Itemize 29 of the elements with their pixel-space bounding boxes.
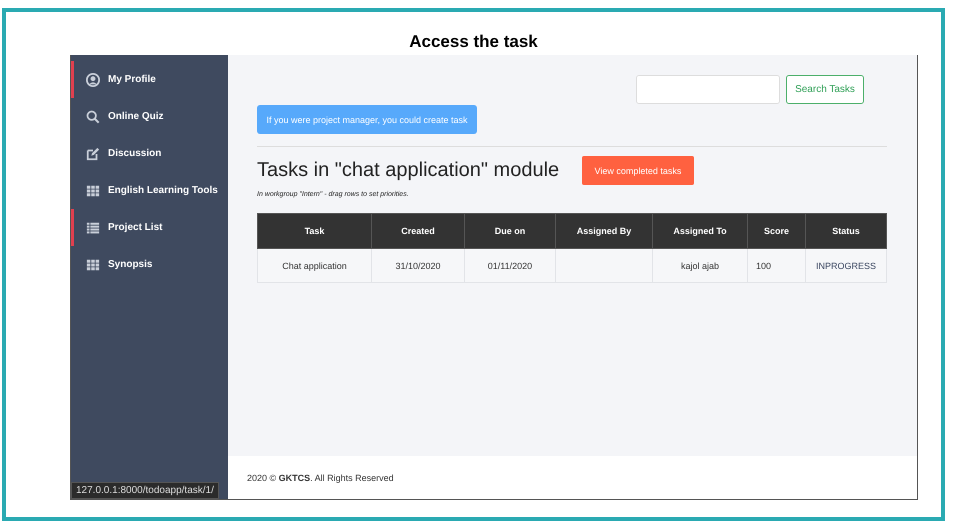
column-header: Assigned By [556,214,652,248]
table-cell: 100 [748,248,806,282]
grid-icon [86,258,100,272]
table-cell: 01/11/2020 [464,248,556,282]
column-header: Task [258,214,372,248]
search-field[interactable] [636,75,780,104]
search-button[interactable]: Search Tasks [786,75,864,104]
slide-title: Access the task [408,31,539,53]
module-heading: Tasks in "chat application" module [257,159,560,182]
table-cell: 31/10/2020 [372,248,464,282]
status-url: 127.0.0.1:8000/todoapp/task/1/ [71,482,219,499]
table-cell: kajol ajab [652,248,748,282]
user-icon [86,72,100,86]
sidebar-item[interactable]: Online Quiz [71,98,228,135]
sidebar-item[interactable]: Synopsis [71,246,228,283]
column-header: Status [806,214,886,248]
edit-icon [86,146,100,160]
column-header: Created [372,214,464,248]
sidebar-item[interactable]: Discussion [71,135,228,172]
column-header: Score [748,214,806,248]
search-icon [86,110,100,124]
grid-icon [86,184,100,198]
footer-text: 2020 © GKTCS. All Rights Reserved [247,472,394,482]
table-cell: Chat application [258,248,372,282]
table-cell: INPROGRESS [806,248,886,282]
sidebar-item[interactable]: English Learning Tools [71,172,228,209]
list-icon [86,220,100,234]
column-header: Due on [464,214,556,248]
column-header: Assigned To [652,214,748,248]
